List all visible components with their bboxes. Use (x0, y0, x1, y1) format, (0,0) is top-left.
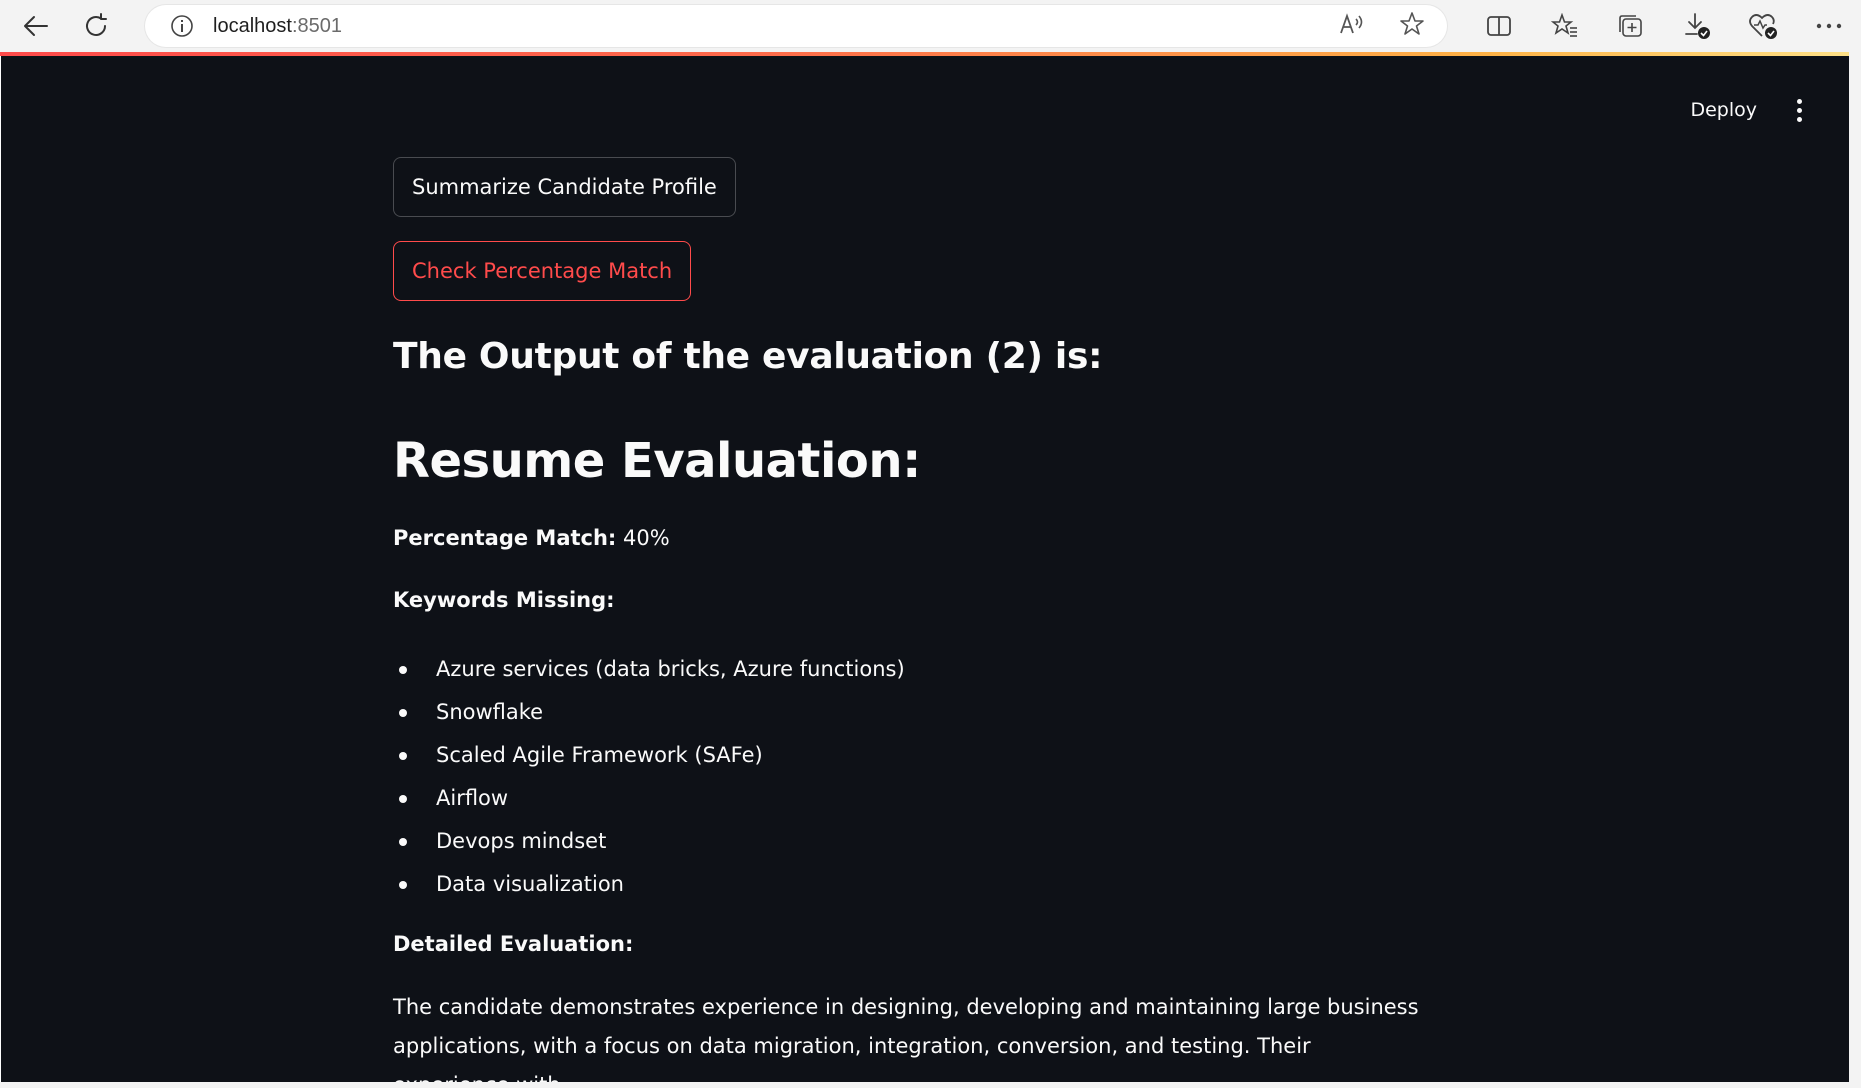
detailed-evaluation-text: The candidate demonstrates experience in… (393, 995, 1419, 1082)
window-edge (0, 1082, 1861, 1088)
url-text: localhost:8501 (213, 15, 342, 38)
output-heading: The Output of the evaluation (2) is: (393, 336, 1103, 377)
percentage-match-value: 40% (623, 526, 670, 550)
summarize-profile-button[interactable]: Summarize Candidate Profile (393, 157, 736, 217)
detailed-evaluation-label: Detailed Evaluation: (393, 932, 634, 956)
resume-evaluation-heading: Resume Evaluation: (393, 433, 921, 489)
more-options-icon[interactable] (1811, 8, 1847, 44)
url-host: localhost (213, 14, 292, 37)
favorite-star-icon[interactable] (1399, 11, 1425, 42)
percentage-match-label: Percentage Match: (393, 526, 617, 550)
deploy-button[interactable]: Deploy (1690, 99, 1757, 121)
app-container: Deploy Summarize Candidate Profile Check… (1, 56, 1849, 1082)
site-info-icon[interactable] (169, 13, 195, 39)
percentage-match-line: Percentage Match: 40% (393, 526, 670, 550)
check-percentage-match-button[interactable]: Check Percentage Match (393, 241, 692, 301)
keywords-list: Azure services (data bricks, Azure funct… (393, 648, 1393, 906)
reload-icon[interactable] (74, 6, 118, 46)
downloads-icon[interactable] (1679, 8, 1715, 44)
split-screen-icon[interactable] (1481, 8, 1517, 44)
list-item: Scaled Agile Framework (SAFe) (393, 734, 1393, 777)
collections-icon[interactable] (1613, 8, 1649, 44)
app-header: Deploy (1690, 96, 1811, 124)
address-bar[interactable]: localhost:8501 (145, 5, 1447, 47)
list-item: Data visualization (393, 863, 1393, 906)
list-item: Azure services (data bricks, Azure funct… (393, 648, 1393, 691)
read-aloud-icon[interactable] (1339, 12, 1365, 40)
list-item: Snowflake (393, 691, 1393, 734)
favorites-icon[interactable] (1547, 8, 1583, 44)
list-item: Devops mindset (393, 820, 1393, 863)
back-icon[interactable] (14, 6, 58, 46)
url-port: :8501 (291, 14, 342, 37)
window-edge (1849, 52, 1861, 1088)
main-menu-icon[interactable] (1787, 96, 1811, 124)
browser-toolbar: localhost:8501 (0, 0, 1861, 52)
keywords-missing-label: Keywords Missing: (393, 588, 615, 612)
list-item: Airflow (393, 777, 1393, 820)
browser-essentials-icon[interactable] (1745, 8, 1781, 44)
